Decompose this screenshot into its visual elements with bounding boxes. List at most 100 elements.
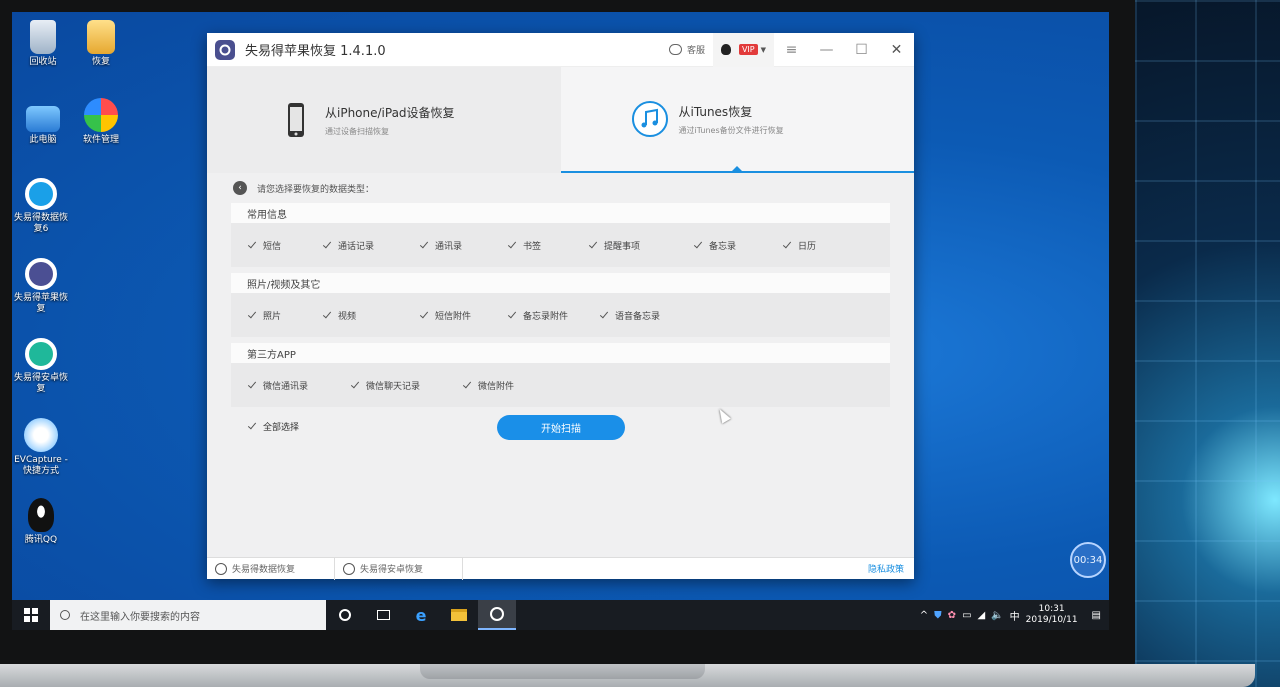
option-label: 微信聊天记录	[366, 381, 421, 392]
tab-itunes-recovery[interactable]: 从iTunes恢复 通过iTunes备份文件进行恢复	[560, 67, 914, 173]
desktop-icon-recycle-bin[interactable]: 回收站	[12, 20, 74, 68]
checkbox-notes-attachments[interactable]: 备忘录附件	[507, 309, 599, 322]
maximize-button[interactable]: ☐	[844, 33, 879, 67]
title-bar: 失易得苹果恢复 1.4.1.0 客服 VIP ▼ ≡ — ☐ ✕	[207, 32, 914, 67]
minimize-button[interactable]: —	[809, 33, 844, 67]
desktop-icon-label: 软件管理	[82, 135, 119, 145]
checkmark-icon	[322, 310, 333, 321]
desktop-icon-label: 失易得苹果恢复	[13, 293, 68, 314]
desktop-icon-qq[interactable]: 腾讯QQ	[12, 498, 72, 546]
desktop-icon-label: 失易得数据恢复6	[13, 213, 68, 234]
desktop-icon-software-manager[interactable]: 软件管理	[70, 98, 132, 146]
task-view-button[interactable]	[364, 600, 402, 630]
desktop-icon-apple-recovery[interactable]: 失易得苹果恢复	[12, 258, 72, 315]
battery-icon[interactable]: ▭	[962, 610, 971, 621]
user-icon	[720, 44, 731, 55]
minimize-icon: —	[819, 41, 834, 58]
taskbar-search-input[interactable]: 在这里输入你要搜索的内容	[50, 600, 326, 630]
checkbox-calendar[interactable]: 日历	[782, 239, 816, 252]
computer-icon	[26, 106, 60, 132]
network-icon[interactable]: ◢	[978, 610, 986, 621]
file-explorer-button[interactable]	[440, 600, 478, 630]
start-button[interactable]	[12, 600, 50, 630]
footer-link-android-recovery[interactable]: 失易得安卓恢复	[335, 557, 463, 580]
checkbox-call-log[interactable]: 通话记录	[322, 239, 419, 252]
checkmark-icon	[247, 310, 258, 321]
checkbox-videos[interactable]: 视频	[322, 309, 419, 322]
close-button[interactable]: ✕	[879, 33, 914, 67]
checkbox-wechat-contacts[interactable]: 微信通讯录	[247, 379, 350, 392]
ime-indicator[interactable]: 中	[1010, 608, 1020, 623]
support-button[interactable]: 客服	[661, 33, 713, 67]
volume-icon[interactable]: 🔈	[991, 610, 1003, 621]
desktop-icon-data-recovery[interactable]: 失易得数据恢复6	[12, 178, 72, 235]
task-view-icon	[376, 610, 390, 620]
back-icon[interactable]: ‹	[233, 181, 247, 195]
apple-recovery-taskbar-button[interactable]	[478, 600, 516, 630]
data-type-panel: ‹ 请您选择要恢复的数据类型： 常用信息 短信 通话记录 通讯录 书签 提醒事项…	[207, 173, 914, 557]
menu-button[interactable]: ≡	[774, 33, 809, 67]
system-tray: ^ ⛊ ✿ ▭ ◢ 🔈 中 10:31 2019/10/11 ▤	[920, 604, 1109, 626]
checkmark-icon	[782, 240, 793, 251]
checkbox-reminders[interactable]: 提醒事项	[588, 239, 693, 252]
option-label: 语音备忘录	[615, 311, 661, 322]
checkbox-wechat-attachments[interactable]: 微信附件	[462, 379, 514, 392]
start-scan-button[interactable]: 开始扫描	[497, 415, 625, 440]
privacy-policy-link[interactable]: 隐私政策	[868, 562, 914, 575]
qq-icon	[28, 498, 54, 532]
select-all-label: 全部选择	[263, 422, 300, 433]
desktop-icon-label: 回收站	[29, 57, 57, 67]
checkmark-icon	[507, 310, 518, 321]
chevron-down-icon: ▼	[760, 45, 766, 54]
tab-device-recovery[interactable]: 从iPhone/iPad设备恢复 通过设备扫描恢复	[207, 67, 561, 173]
folder-icon	[451, 609, 467, 621]
app-logo-icon	[215, 39, 235, 60]
checkmark-icon	[247, 240, 258, 251]
desktop-icon-this-pc[interactable]: 此电脑	[12, 100, 74, 146]
checkbox-bookmarks[interactable]: 书签	[507, 239, 588, 252]
shield-icon[interactable]: ⛊	[934, 610, 942, 621]
windows-icon	[24, 608, 38, 622]
checkmark-icon	[350, 380, 361, 391]
android-recovery-icon	[343, 562, 355, 575]
checkbox-sms[interactable]: 短信	[247, 239, 322, 252]
maximize-icon: ☐	[855, 41, 868, 58]
folder-icon	[87, 20, 115, 54]
checkbox-photos[interactable]: 照片	[247, 309, 322, 322]
desktop-icon-evcapture[interactable]: EVCapture - 快捷方式	[12, 418, 72, 477]
option-label: 提醒事项	[604, 241, 641, 252]
checkmark-icon	[247, 421, 258, 432]
checkmark-icon	[247, 380, 258, 391]
taskbar: 在这里输入你要搜索的内容 e ^ ⛊ ✿ ▭ ◢ 🔈 中 10:31 2019/…	[12, 600, 1109, 630]
checkbox-contacts[interactable]: 通讯录	[419, 239, 507, 252]
option-label: 视频	[338, 311, 357, 322]
source-tabs: 从iPhone/iPad设备恢复 通过设备扫描恢复 从iTunes恢复 通过iT…	[207, 67, 914, 173]
checkbox-voice-memos[interactable]: 语音备忘录	[599, 309, 660, 322]
apple-recovery-app-icon	[25, 258, 57, 290]
recording-timer[interactable]: 00:34	[1070, 542, 1106, 578]
desktop-icon-android-recovery[interactable]: 失易得安卓恢复	[12, 338, 72, 395]
checkbox-sms-attachments[interactable]: 短信附件	[419, 309, 507, 322]
checkbox-wechat-chats[interactable]: 微信聊天记录	[350, 379, 462, 392]
flower-icon[interactable]: ✿	[948, 610, 956, 621]
chevron-up-icon[interactable]: ^	[920, 610, 928, 621]
software-manager-icon	[84, 98, 118, 132]
footer-link-data-recovery[interactable]: 失易得数据恢复	[207, 557, 335, 580]
checkbox-notes[interactable]: 备忘录	[693, 239, 782, 252]
data-recovery-icon	[215, 562, 227, 575]
section-title: 第三方APP	[231, 343, 890, 363]
user-menu[interactable]: VIP ▼	[712, 32, 774, 67]
tab-title: 从iTunes恢复	[678, 104, 753, 119]
checkmark-icon	[599, 310, 610, 321]
option-label: 日历	[798, 241, 817, 252]
edge-button[interactable]: e	[402, 600, 440, 630]
chat-icon	[668, 44, 682, 55]
cortana-button[interactable]	[326, 600, 364, 630]
desktop-icon-folder[interactable]: 恢复	[70, 20, 132, 68]
option-label: 短信附件	[435, 311, 472, 322]
section-photos-videos: 照片/视频及其它 照片 视频 短信附件 备忘录附件 语音备忘录	[231, 273, 890, 337]
notification-icon[interactable]: ▤	[1092, 610, 1101, 621]
clock[interactable]: 10:31 2019/10/11	[1026, 604, 1078, 626]
laptop-notch	[420, 664, 705, 679]
app-window: 失易得苹果恢复 1.4.1.0 客服 VIP ▼ ≡ — ☐ ✕ 从iPhone…	[207, 32, 914, 580]
